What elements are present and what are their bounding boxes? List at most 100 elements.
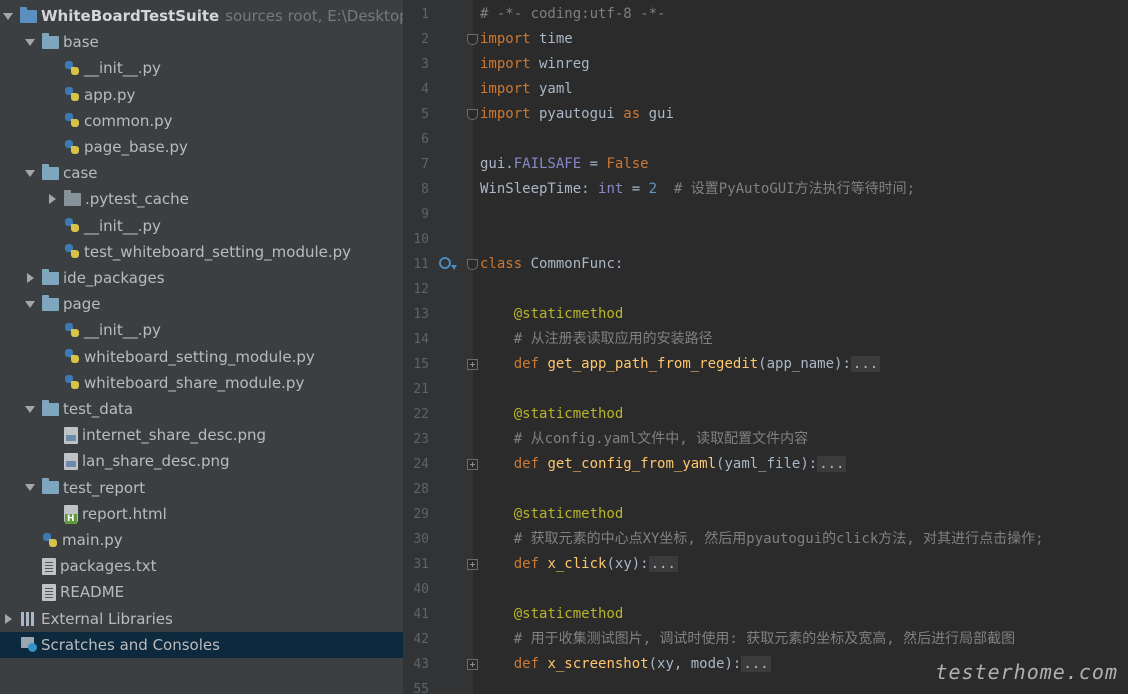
code-line[interactable]: 31 def x_click(xy):... <box>403 552 1128 577</box>
tree-item[interactable]: internet_share_desc.png <box>0 422 403 448</box>
tree-item[interactable]: page_base.py <box>0 134 403 160</box>
line-number: 55 <box>413 682 429 694</box>
tree-item-hint: sources root, E:\Desktop\ <box>225 7 403 25</box>
tree-item-label: WhiteBoardTestSuite <box>41 7 220 25</box>
code-editor[interactable]: 1 # -*- coding:utf-8 -*- 2 import time 3 impo… <box>403 0 1128 694</box>
code-line[interactable]: 6 <box>403 127 1128 152</box>
python-file-icon <box>64 112 80 129</box>
tree-item[interactable]: __init__.py <box>0 317 403 343</box>
tree-item-label: __init__.py <box>84 321 161 340</box>
text-file-icon <box>42 583 56 601</box>
code-line[interactable]: 29 @staticmethod <box>403 502 1128 527</box>
chevron-right-icon[interactable] <box>2 613 14 625</box>
code-line[interactable]: 10 <box>403 227 1128 252</box>
code-token[interactable]: ... <box>817 456 847 472</box>
code-text: class CommonFunc: <box>480 252 623 277</box>
tree-item[interactable]: Scratches and Consoles <box>0 631 403 658</box>
code-token: (xy): <box>606 556 649 572</box>
code-line[interactable]: 14 # 从注册表读取应用的安装路径 <box>403 327 1128 352</box>
tree-item[interactable]: base <box>0 29 403 55</box>
code-line[interactable]: 13 @staticmethod <box>403 302 1128 327</box>
code-line[interactable]: 15 def get_app_path_from_regedit(app_nam… <box>403 352 1128 377</box>
tree-item[interactable]: .pytest_cache <box>0 186 403 212</box>
code-token: yaml <box>530 81 573 97</box>
tree-item[interactable]: whiteboard_setting_module.py <box>0 344 403 370</box>
line-number: 42 <box>413 632 429 647</box>
tree-item[interactable]: test_data <box>0 396 403 422</box>
breakpoint-icon[interactable] <box>439 257 457 270</box>
fold-collapse-icon[interactable] <box>467 259 478 270</box>
tree-item-label: .pytest_cache <box>85 190 189 209</box>
folder-icon <box>42 32 59 49</box>
code-line[interactable]: 7 gui.FAILSAFE = False <box>403 152 1128 177</box>
code-line[interactable]: 40 <box>403 577 1128 602</box>
tree-item[interactable]: report.html <box>0 501 403 527</box>
code-line[interactable]: 1 # -*- coding:utf-8 -*- <box>403 2 1128 27</box>
code-line[interactable]: 22 @staticmethod <box>403 402 1128 427</box>
code-text: def get_config_from_yaml(yaml_file):... <box>480 452 847 477</box>
code-token[interactable]: ... <box>648 556 678 572</box>
code-line[interactable]: 9 <box>403 202 1128 227</box>
chevron-right-icon[interactable] <box>46 193 58 205</box>
tree-item-label: page <box>63 295 101 314</box>
tree-item[interactable]: common.py <box>0 108 403 134</box>
code-line[interactable]: 21 <box>403 377 1128 402</box>
code-line[interactable]: 42 # 用于收集测试图片, 调试时使用: 获取元素的坐标及宽高, 然后进行局部… <box>403 627 1128 652</box>
tree-item[interactable]: main.py <box>0 527 403 553</box>
code-token[interactable]: ... <box>850 356 881 372</box>
chevron-down-icon[interactable] <box>24 482 36 494</box>
code-line[interactable]: 2 import time <box>403 27 1128 52</box>
code-line[interactable]: 28 <box>403 477 1128 502</box>
code-line[interactable]: 12 <box>403 277 1128 302</box>
tree-item[interactable]: page <box>0 291 403 317</box>
tree-item[interactable]: __init__.py <box>0 213 403 239</box>
code-line[interactable]: 41 @staticmethod <box>403 602 1128 627</box>
code-token[interactable]: ... <box>741 656 771 672</box>
line-number: 40 <box>413 582 429 597</box>
chevron-down-icon[interactable] <box>24 403 36 415</box>
tree-item[interactable]: test_report <box>0 475 403 501</box>
chevron-down-icon[interactable] <box>24 167 36 179</box>
fold-collapse-icon[interactable] <box>467 109 478 120</box>
tree-item[interactable]: External Libraries <box>0 606 403 632</box>
line-number: 6 <box>421 132 429 147</box>
code-line[interactable]: 30 # 获取元素的中心点XY坐标, 然后用pyautogui的click方法,… <box>403 527 1128 552</box>
code-line[interactable]: 23 # 从config.yaml文件中, 读取配置文件内容 <box>403 427 1128 452</box>
tree-item[interactable]: case <box>0 160 403 186</box>
fold-expand-icon[interactable] <box>467 459 478 470</box>
chevron-right-icon[interactable] <box>24 272 36 284</box>
fold-expand-icon[interactable] <box>467 559 478 570</box>
chevron-down-icon[interactable] <box>24 298 36 310</box>
tree-item[interactable]: lan_share_desc.png <box>0 448 403 474</box>
code-token: x_click <box>547 556 607 572</box>
chevron-down-icon[interactable] <box>2 10 14 22</box>
code-line[interactable]: 4 import yaml <box>403 77 1128 102</box>
no-arrow <box>24 560 36 572</box>
fold-expand-icon[interactable] <box>467 659 478 670</box>
code-line[interactable]: 5 import pyautogui as gui <box>403 102 1128 127</box>
tree-item[interactable]: WhiteBoardTestSuite sources root, E:\Desk… <box>0 3 403 29</box>
python-file-icon <box>64 86 80 103</box>
chevron-down-icon[interactable] <box>24 36 36 48</box>
line-number: 29 <box>413 507 429 522</box>
line-number: 13 <box>413 307 429 322</box>
code-line[interactable]: 24 def get_config_from_yaml(yaml_file):.… <box>403 452 1128 477</box>
tree-item-label: report.html <box>82 504 167 523</box>
tree-item[interactable]: __init__.py <box>0 55 403 81</box>
tree-item[interactable]: README <box>0 579 403 605</box>
code-line[interactable]: 8 WinSleepTime: int = 2 # 设置PyAutoGUI方法执行… <box>403 177 1128 202</box>
line-number: 5 <box>421 107 429 122</box>
tree-item[interactable]: packages.txt <box>0 553 403 579</box>
tree-item[interactable]: app.py <box>0 82 403 108</box>
code-token: # 获取元素的中心点XY坐标, 然后用pyautogui的click方法, 对其… <box>513 531 1044 547</box>
tree-item[interactable]: ide_packages <box>0 265 403 291</box>
tree-item[interactable]: whiteboard_share_module.py <box>0 370 403 396</box>
code-line[interactable]: 11 class CommonFunc: <box>403 252 1128 277</box>
tree-item[interactable]: test_whiteboard_setting_module.py <box>0 239 403 265</box>
tree-item-label: ide_packages <box>63 269 165 287</box>
fold-collapse-icon[interactable] <box>467 34 478 45</box>
code-line[interactable]: 3 import winreg <box>403 52 1128 77</box>
fold-expand-icon[interactable] <box>467 359 478 370</box>
